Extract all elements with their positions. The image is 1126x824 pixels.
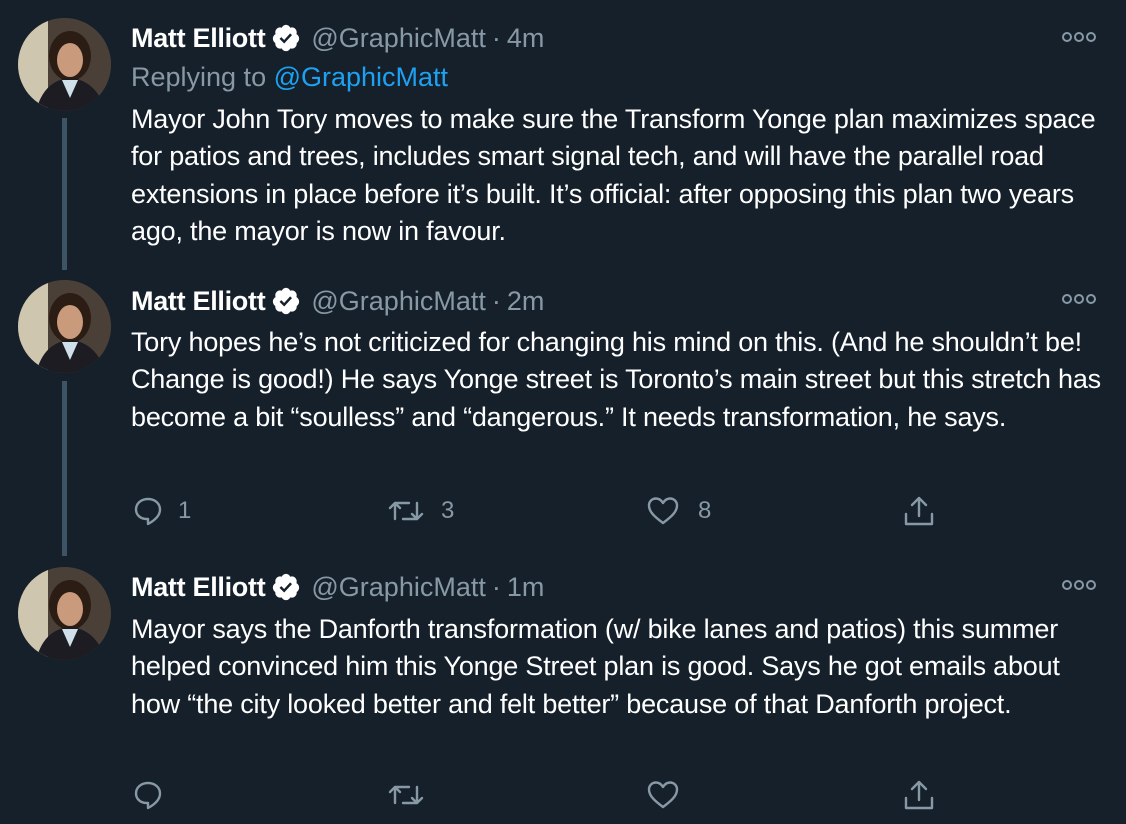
share-icon [904,496,934,526]
replying-handle-link[interactable]: @GraphicMatt [274,62,448,92]
retweet-icon [388,501,424,521]
tweet-text: Mayor says the Danforth transformation (… [131,614,1060,719]
verified-badge-icon [271,286,301,316]
user-handle[interactable]: @GraphicMatt [311,572,485,603]
tweet-text: Mayor John Tory moves to make sure the T… [131,104,1096,246]
avatar[interactable] [18,567,111,660]
like-button[interactable]: 8 [646,493,711,529]
display-name[interactable]: Matt Elliott [131,572,266,603]
reply-button[interactable] [132,777,164,813]
tweet-header: Matt Elliott @GraphicMatt · 2m [131,283,544,319]
reply-button[interactable]: 1 [132,493,191,529]
reply-icon [134,497,162,526]
like-count: 8 [698,497,712,524]
display-name[interactable]: Matt Elliott [131,286,266,317]
tweet-header: Matt Elliott @GraphicMatt · 1m [131,569,544,605]
separator-dot: · [491,22,501,53]
retweet-button[interactable] [387,777,425,813]
retweet-count: 3 [441,497,455,524]
verified-badge-icon [271,23,301,53]
timestamp[interactable]: 1m [507,572,545,603]
replying-to: Replying to @GraphicMatt [131,62,448,93]
share-button[interactable] [902,493,936,529]
avatar[interactable] [18,18,111,111]
avatar[interactable] [18,280,111,373]
replying-prefix: Replying to [131,62,274,92]
share-icon [904,780,934,810]
more-options-icon[interactable] [1062,31,1096,43]
verified-badge-icon [271,572,301,602]
tweet-header: Matt Elliott @GraphicMatt · 4m [131,20,544,56]
more-options-icon[interactable] [1062,579,1096,591]
reply-icon [134,781,162,810]
separator-dot: · [491,285,501,316]
like-button[interactable] [646,777,680,813]
heart-icon [647,497,679,525]
tweet-text: Tory hopes he’s not criticized for chang… [131,327,1101,432]
user-handle[interactable]: @GraphicMatt [311,23,485,54]
separator-dot: · [491,571,501,602]
timestamp[interactable]: 4m [507,23,545,54]
share-button[interactable] [902,777,936,813]
heart-icon [647,781,679,809]
reply-count: 1 [178,497,192,524]
display-name[interactable]: Matt Elliott [131,23,266,54]
more-options-icon[interactable] [1062,293,1096,305]
user-handle[interactable]: @GraphicMatt [311,286,485,317]
thread-line [62,381,67,556]
thread-line [62,118,67,270]
retweet-button[interactable]: 3 [387,493,454,529]
retweet-icon [388,785,424,805]
timestamp[interactable]: 2m [507,286,545,317]
